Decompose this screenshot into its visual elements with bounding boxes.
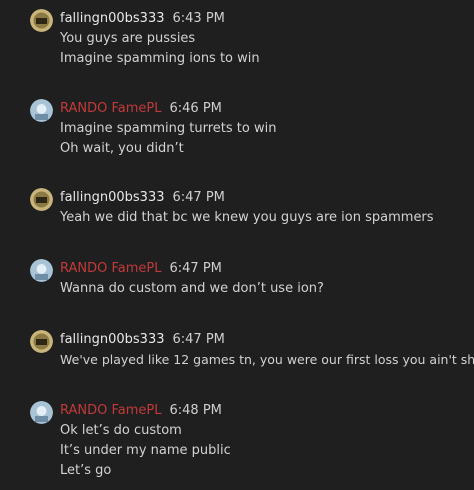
author-name[interactable]: fallingn00bs333 xyxy=(60,190,165,205)
timestamp: 6:46 PM xyxy=(169,101,222,116)
message-line: Imagine spamming turrets to win xyxy=(60,121,277,136)
blue-avatar-icon[interactable] xyxy=(30,99,53,122)
message-body: You guys are pussies Imagine spamming io… xyxy=(60,29,260,69)
blue-avatar-icon[interactable] xyxy=(30,401,53,424)
gold-avatar-icon[interactable] xyxy=(30,330,53,353)
author-name[interactable]: RANDO FamePL xyxy=(60,101,162,116)
message-line: Oh wait, you didn’t xyxy=(60,141,184,156)
author-name[interactable]: fallingn00bs333 xyxy=(60,11,165,26)
message-line: Ok let’s do custom xyxy=(60,423,182,438)
message-body: We've played like 12 games tn, you were … xyxy=(60,350,474,370)
blue-avatar-icon[interactable] xyxy=(30,259,53,282)
gold-avatar-icon[interactable] xyxy=(30,188,53,211)
message-line: It’s under my name public xyxy=(60,443,231,458)
message-line: Yeah we did that bc we knew you guys are… xyxy=(60,210,434,225)
message-body: Yeah we did that bc we knew you guys are… xyxy=(60,208,434,228)
message-header: RANDO FamePL 6:48 PM xyxy=(60,403,222,419)
timestamp: 6:43 PM xyxy=(172,11,225,26)
message-line: Wanna do custom and we don’t use ion? xyxy=(60,281,324,296)
message-header: RANDO FamePL 6:46 PM xyxy=(60,101,222,117)
author-name[interactable]: RANDO FamePL xyxy=(60,261,162,276)
message-header: fallingn00bs333 6:47 PM xyxy=(60,190,225,206)
gold-avatar-icon[interactable] xyxy=(30,9,53,32)
message-header: fallingn00bs333 6:43 PM xyxy=(60,11,225,27)
message-body: Imagine spamming turrets to win Oh wait,… xyxy=(60,119,276,159)
timestamp: 6:47 PM xyxy=(172,190,225,205)
timestamp: 6:48 PM xyxy=(169,403,222,418)
timestamp: 6:47 PM xyxy=(169,261,222,276)
author-name[interactable]: RANDO FamePL xyxy=(60,403,162,418)
author-name[interactable]: fallingn00bs333 xyxy=(60,332,165,347)
message-body: Ok let’s do custom It’s under my name pu… xyxy=(60,421,231,481)
message-body: Wanna do custom and we don’t use ion? xyxy=(60,279,324,299)
message-line: You guys are pussies xyxy=(60,31,196,46)
message-header: RANDO FamePL 6:47 PM xyxy=(60,261,222,277)
message-line: Let’s go xyxy=(60,463,112,478)
message-line: Imagine spamming ions to win xyxy=(60,51,260,66)
message-header: fallingn00bs333 6:47 PM xyxy=(60,332,225,348)
message-line: We've played like 12 games tn, you were … xyxy=(60,352,474,367)
timestamp: 6:47 PM xyxy=(172,332,225,347)
